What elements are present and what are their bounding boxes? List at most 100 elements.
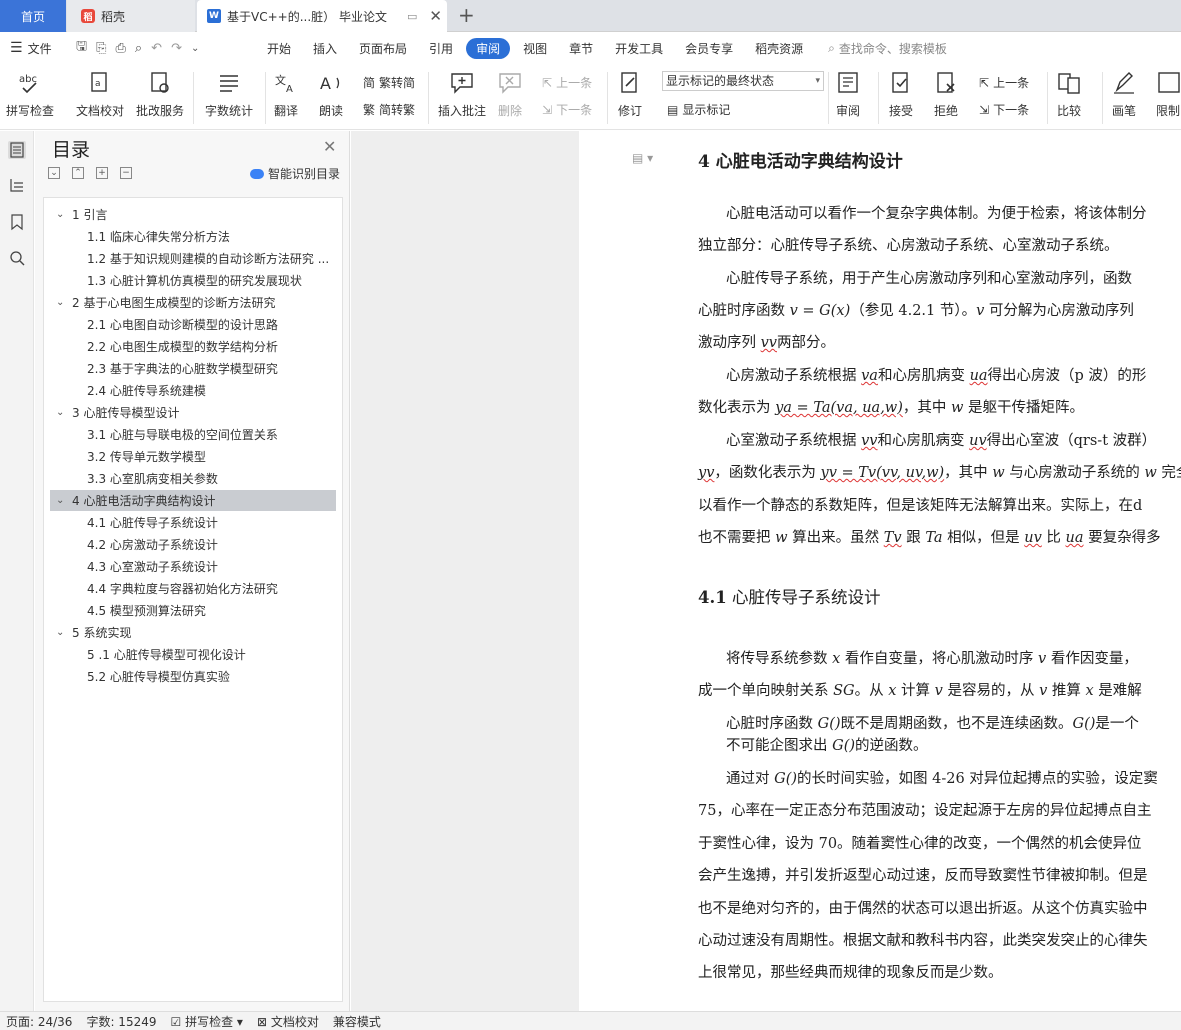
menu-item-2[interactable]: 页面布局 xyxy=(348,40,418,57)
toc-chapter-item[interactable]: ⌄ 5 系统实现 xyxy=(50,622,336,643)
toc-chapter-item[interactable]: ⌄ 3 心脏传导模型设计 xyxy=(50,402,336,423)
add-level-icon[interactable]: + xyxy=(96,167,108,179)
paragraph-menu-icon[interactable]: ▤ ▾ xyxy=(632,151,653,165)
menu-item-8[interactable]: 会员专享 xyxy=(674,40,744,57)
menu-item-4[interactable]: 审阅 xyxy=(466,37,511,59)
page-indicator[interactable]: 页面: 24/36 xyxy=(6,1013,72,1030)
toc-section-item[interactable]: 2.1 心电图自动诊断模型的设计思路 xyxy=(50,314,336,335)
toc-section-item[interactable]: 1.3 心脏计算机仿真模型的研究发展现状 xyxy=(50,270,336,291)
menu-item-7[interactable]: 开发工具 xyxy=(604,40,674,57)
chevron-down-icon[interactable]: ⌄ xyxy=(56,407,68,418)
next-comment-button[interactable]: ⇲ 下一条 xyxy=(542,101,592,118)
toc-section-item[interactable]: 3.2 传导单元数学模型 xyxy=(50,446,336,467)
print-preview-icon[interactable]: ⌕ xyxy=(135,41,142,56)
paragraph-line: 独立部分：心脏传导子系统、心房激动子系统、心室激动子系统。 xyxy=(698,238,1119,254)
translate-button[interactable]: 文A 翻译 xyxy=(273,70,299,119)
search-icon[interactable] xyxy=(8,249,26,267)
toc-section-item[interactable]: 4.1 心脏传导子系统设计 xyxy=(50,512,336,533)
chevron-down-icon[interactable]: ⌄ xyxy=(56,297,68,308)
toc-chapter-item[interactable]: ⌄ 4 心脏电活动字典结构设计 xyxy=(50,490,336,511)
show-markup-button[interactable]: ▤ 显示标记 xyxy=(667,101,730,118)
menu-item-5[interactable]: 视图 xyxy=(512,40,558,57)
toc-section-item[interactable]: 3.1 心脏与导联电极的空间位置关系 xyxy=(50,424,336,445)
reviewing-pane-button[interactable]: 审阅 xyxy=(835,70,861,119)
accept-button[interactable]: 接受 xyxy=(888,70,914,119)
toc-section-item[interactable]: 4.2 心房激动子系统设计 xyxy=(50,534,336,555)
prev-change-button[interactable]: ⇱ 上一条 xyxy=(979,74,1029,91)
remove-level-icon[interactable]: − xyxy=(120,167,132,179)
menu-item-6[interactable]: 章节 xyxy=(558,40,604,57)
toc-section-item[interactable]: 5 .1 心脏传导模型可视化设计 xyxy=(50,644,336,665)
export-pdf-icon[interactable]: ⎘ xyxy=(96,41,106,56)
word-count-indicator[interactable]: 字数: 15249 xyxy=(86,1013,156,1030)
toc-section-item[interactable]: 1.1 临床心律失常分析方法 xyxy=(50,226,336,247)
compare-button[interactable]: 比较 xyxy=(1056,70,1082,119)
doc-check-status[interactable]: ⊠ 文档校对 xyxy=(257,1013,319,1030)
restrict-editing-button[interactable]: 限制 xyxy=(1155,70,1181,119)
wps-writer-icon: W xyxy=(207,9,221,23)
tab-daoke[interactable]: 稻稻壳 xyxy=(67,0,195,32)
menu-item-3[interactable]: 引用 xyxy=(418,40,464,57)
save-icon[interactable]: 🖫 xyxy=(76,37,87,59)
navigation-pane-icon[interactable] xyxy=(8,176,26,194)
chevron-down-icon[interactable]: ⌄ xyxy=(56,495,68,506)
spell-check-button[interactable]: abc 拼写检查 xyxy=(6,70,54,119)
revise-service-label: 批改服务 xyxy=(136,104,185,118)
toc-section-item[interactable]: 1.2 基于知识规则建模的自动诊断方法研究 ... xyxy=(50,248,336,269)
toc-section-item[interactable]: 2.2 心电图生成模型的数学结构分析 xyxy=(50,336,336,357)
file-menu[interactable]: ☰ 文件 xyxy=(0,40,66,57)
toc-chapter-item[interactable]: ⌄ 1 引言 xyxy=(50,204,336,225)
bookmark-icon[interactable] xyxy=(8,213,26,231)
menu-item-1[interactable]: 插入 xyxy=(302,40,348,57)
print-icon[interactable]: ⎙ xyxy=(115,41,125,56)
revise-service-button[interactable]: 批改服务 xyxy=(136,70,184,119)
tab-document[interactable]: W 基于VC++的...脏） 毕业论文 ▭ ✕ xyxy=(197,0,447,32)
insert-comment-button[interactable]: 插入批注 xyxy=(438,70,486,119)
customize-chevron-icon[interactable]: ⌄ xyxy=(191,43,199,54)
toc-section-item[interactable]: 4.3 心室激动子系统设计 xyxy=(50,556,336,577)
word-count-button[interactable]: 字数统计 xyxy=(205,70,253,119)
prev-comment-button[interactable]: ⇱ 上一条 xyxy=(542,74,592,91)
track-changes-button[interactable]: 修订 xyxy=(617,70,643,119)
menu-item-0[interactable]: 开始 xyxy=(256,40,302,57)
toc-section-item[interactable]: 5.2 心脏传导模型仿真实验 xyxy=(50,666,336,687)
toc-chapter-item[interactable]: ⌄ 2 基于心电图生成模型的诊断方法研究 xyxy=(50,292,336,313)
doc-check-button[interactable]: a 文档校对 xyxy=(76,70,124,119)
delete-comment-button[interactable]: 删除 xyxy=(497,70,523,119)
tab-home[interactable]: 首页 xyxy=(0,0,66,32)
command-search-placeholder: 查找命令、搜索模板 xyxy=(838,41,947,56)
toc-panel-icon[interactable] xyxy=(8,141,26,159)
chevron-down-icon[interactable]: ⌄ xyxy=(56,209,68,220)
spell-status[interactable]: ☑ 拼写检查 ▾ xyxy=(171,1013,243,1030)
trad-label: 繁转简 xyxy=(379,76,416,90)
menu-item-9[interactable]: 稻壳资源 xyxy=(744,40,814,57)
toc-section-item[interactable]: 4.5 模型预测算法研究 xyxy=(50,600,336,621)
insert-comment-icon xyxy=(449,70,475,96)
ribbon-divider xyxy=(878,72,879,124)
trad-to-simp-button[interactable]: 简繁转简 xyxy=(363,74,415,91)
expand-up-icon[interactable]: ⌃ xyxy=(72,167,84,179)
undo-icon[interactable]: ↶ xyxy=(151,41,162,56)
next-change-button[interactable]: ⇲ 下一条 xyxy=(979,101,1029,118)
pen-button[interactable]: 画笔 xyxy=(1111,70,1137,119)
pin-icon[interactable]: ▭ xyxy=(407,10,417,23)
redo-icon[interactable]: ↷ xyxy=(171,41,182,56)
chevron-down-icon[interactable]: ⌄ xyxy=(56,627,68,638)
markup-mode-select[interactable]: 显示标记的最终状态 ▾ xyxy=(662,71,824,91)
command-search[interactable]: ⌕ 查找命令、搜索模板 xyxy=(828,40,947,57)
reject-button[interactable]: 拒绝 xyxy=(933,70,959,119)
simp-to-trad-button[interactable]: 繁简转繁 xyxy=(363,101,415,118)
toc-section-item[interactable]: 2.4 心脏传导系统建模 xyxy=(50,380,336,401)
new-tab-icon[interactable]: + xyxy=(458,3,475,27)
read-aloud-label: 朗读 xyxy=(318,104,343,118)
toc-section-item[interactable]: 4.4 字典粒度与容器初始化方法研究 xyxy=(50,578,336,599)
toc-item-label: 1.1 临床心律失常分析方法 xyxy=(87,230,230,244)
smart-toc-button[interactable]: 智能识别目录 xyxy=(250,165,340,182)
read-aloud-button[interactable]: A 朗读 xyxy=(318,70,344,119)
simp-icon: 繁 xyxy=(363,103,376,117)
toc-section-item[interactable]: 2.3 基于字典法的心脏数学模型研究 xyxy=(50,358,336,379)
collapse-all-icon[interactable]: ⌄ xyxy=(48,167,60,179)
close-icon[interactable]: ✕ xyxy=(323,137,336,156)
toc-section-item[interactable]: 3.3 心室肌病变相关参数 xyxy=(50,468,336,489)
close-tab-icon[interactable]: ✕ xyxy=(429,7,442,25)
